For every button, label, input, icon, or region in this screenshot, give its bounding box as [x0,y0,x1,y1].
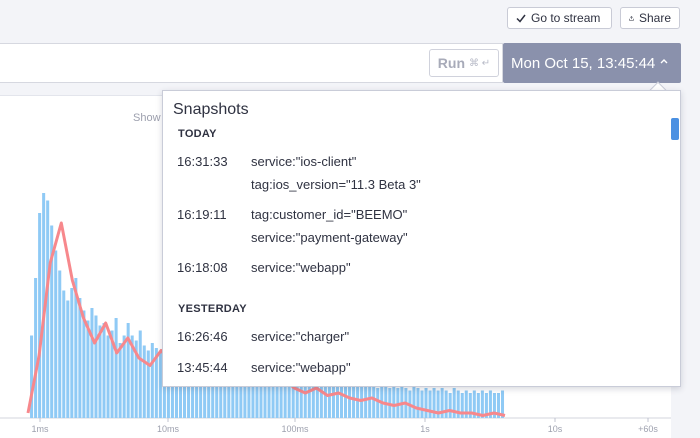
histogram-bar [452,388,456,418]
histogram-bar [114,318,118,418]
snapshot-time[interactable]: 16:19:11 [177,207,227,222]
histogram-bar [78,298,82,418]
histogram-bar [444,390,448,418]
histogram-bar [412,385,416,418]
histogram-bar [118,343,122,418]
run-button[interactable]: Run ⌘ ↵ [429,49,499,77]
snapshot-time[interactable]: 16:26:46 [177,329,228,344]
run-shortcut: ⌘ ↵ [469,57,491,69]
histogram-bar [146,350,150,418]
time-label: Mon Oct 15, 13:45:44 [511,54,656,72]
histogram-bar [392,385,396,418]
snapshot-query[interactable]: service:"charger" [251,329,349,344]
x-tick-label: 1ms [31,424,49,434]
snapshot-time[interactable]: 16:31:33 [177,154,228,169]
go-to-stream-button[interactable]: Go to stream [507,7,612,29]
histogram-bar [46,200,50,418]
snapshot-query[interactable]: service:"payment-gateway" [251,230,408,245]
checkmark-icon [516,14,526,23]
popover-scrollbar[interactable] [671,118,679,140]
histogram-bar [58,270,62,418]
snapshot-time[interactable]: 16:18:08 [177,260,228,275]
histogram-bar [102,323,106,418]
section-today: TODAY [178,128,217,140]
snapshot-time[interactable]: 13:45:44 [177,360,228,375]
histogram-bar [106,335,110,418]
share-label: Share [638,11,671,25]
x-tick-label: 1s [420,424,430,434]
time-picker-button[interactable]: Mon Oct 15, 13:45:44 [503,43,681,83]
histogram-bar [70,288,74,418]
share-icon [629,15,634,21]
histogram-bar [331,383,335,418]
snapshots-popover [162,90,681,387]
histogram-bar [376,388,380,418]
histogram-bar [372,385,376,418]
histogram-bar [384,385,388,418]
snapshot-query[interactable]: tag:ios_version="11.3 Beta 3" [251,177,421,192]
run-label: Run [437,55,466,71]
histogram-bar [424,388,428,418]
x-tick-label: +60s [638,424,658,434]
histogram-bar [62,290,66,418]
query-input[interactable] [0,43,503,83]
histogram-bar [98,325,102,418]
x-tick-label: 100ms [281,424,309,434]
x-tick-label: 10ms [157,424,180,434]
histogram-bar [323,383,327,418]
histogram-bar [150,343,154,418]
histogram-bar [90,308,94,418]
histogram-bar [94,315,98,418]
snapshots-title: Snapshots [173,101,249,118]
histogram-bar [448,393,452,418]
section-yesterday: YESTERDAY [178,303,247,315]
histogram-bar [142,345,146,418]
histogram-bar [38,213,42,418]
histogram-bar [86,320,90,418]
go-to-stream-label: Go to stream [531,11,601,25]
histogram-bar [344,385,348,418]
share-button[interactable]: Share [620,7,680,29]
histogram-bar [66,300,70,418]
snapshot-query[interactable]: service:"webapp" [251,360,351,375]
histogram-bar [54,250,58,418]
chevron-up-icon [660,59,668,64]
histogram-bar [138,330,142,418]
x-tick-label: 10s [548,424,563,434]
snapshot-query[interactable]: tag:customer_id="BEEMO" [251,207,407,222]
histogram-bar [34,278,38,418]
histogram-bar [339,383,344,418]
histogram-bar [356,385,360,418]
histogram-bar [122,335,126,418]
histogram-bar [400,385,404,418]
histogram-bar [416,388,420,418]
histogram-bar [364,385,368,418]
histogram-bar [428,390,432,418]
snapshot-query[interactable]: service:"ios-client" [251,154,356,169]
histogram-bar [368,383,372,418]
histogram-bar [420,390,424,418]
histogram-bar [82,310,86,418]
snapshot-query[interactable]: service:"webapp" [251,260,351,275]
